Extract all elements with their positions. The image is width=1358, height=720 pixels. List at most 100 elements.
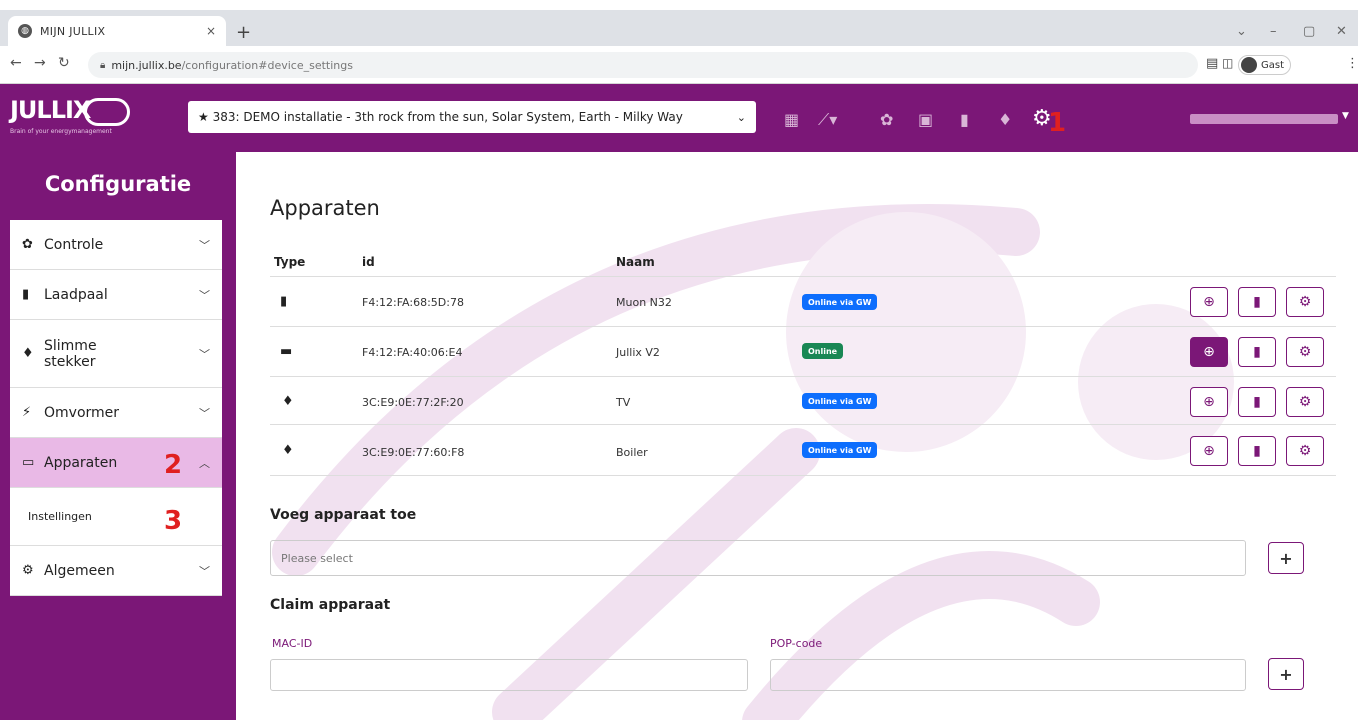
sidebar-title: Configuratie [44,172,192,196]
back-icon[interactable]: ← [10,55,22,71]
reload-icon[interactable]: ↻ [58,55,70,71]
locate-button[interactable]: ⊕ [1190,337,1228,367]
guest-label: Gast [1261,59,1285,71]
table-divider [270,326,1336,327]
url-path: /configuration#device_settings [181,58,353,72]
device-name: Muon N32 [616,296,672,309]
close-tab-icon[interactable]: × [206,24,216,38]
sidebar-item-slimme-stekker[interactable]: ♦ Slimme stekker ﹀ [10,320,222,388]
sidebar-item-label: Controle [44,236,104,253]
locate-button[interactable]: ⊕ [1190,387,1228,417]
brain-icon: ✿ [22,237,33,252]
charger-icon[interactable]: ▮ [960,110,969,129]
status-badge: Online via GW [802,393,878,409]
status-badge: Online via GW [802,294,878,310]
settings-button[interactable]: ⚙ [1286,337,1324,367]
table-divider [270,475,1336,476]
table-divider [270,376,1336,377]
settings-button[interactable]: ⚙ [1286,436,1324,466]
chevron-down-icon: ﹀ [199,238,210,252]
column-header-type: Type [274,255,306,269]
plug-icon: ♦ [282,394,294,409]
delete-button[interactable]: ▮ [1238,287,1276,317]
annotation-marker-3: 3 [164,506,183,536]
browser-tab[interactable]: ◍ MIJN JULLIX × [8,16,226,46]
new-tab-button[interactable]: + [236,22,251,43]
device-name: Jullix V2 [616,346,660,359]
chevron-down-icon: ﹀ [199,564,210,578]
column-header-naam: Naam [616,255,655,269]
pop-code-input[interactable] [770,659,1246,691]
chevron-down-icon: ﹀ [199,288,210,302]
sidebar-subitem-instellingen[interactable]: Instellingen [10,488,222,546]
device-type-select[interactable]: Please select [270,540,1246,576]
brain-logo-icon [84,98,130,126]
charger-icon: ▮ [22,287,30,302]
sidebar-item-label: Algemeen [44,562,115,579]
settings-button[interactable]: ⚙ [1286,387,1324,417]
device-name: TV [616,396,631,409]
settings-button[interactable]: ⚙ [1286,287,1324,317]
column-header-id: id [362,255,375,269]
chevron-down-icon: ⌄ [736,110,746,124]
brain-icon[interactable]: ✿ [880,110,893,129]
plug-icon: ♦ [282,443,294,458]
address-bar: ← → ↻ 🔒︎ mijn.jullix.be/configuration#de… [0,46,1358,84]
claim-device-title: Claim apparaat [270,597,391,613]
installation-select[interactable]: ★ 383: DEMO installatie - 3th rock from … [188,101,756,133]
table-divider [270,276,1336,277]
locate-button[interactable]: ⊕ [1190,436,1228,466]
forward-icon[interactable]: → [34,55,46,71]
sidebar-item-label: Omvormer [44,404,120,421]
menu-dots-icon[interactable]: ⋮ [1346,56,1358,71]
minimize-icon[interactable]: – [1270,24,1277,39]
chart-icon[interactable]: ⟋▾ [818,110,837,130]
dashboard-icon[interactable]: ▦ [784,110,799,129]
delete-button[interactable]: ▮ [1238,387,1276,417]
device-name: Boiler [616,446,648,459]
chevron-down-icon: ﹀ [199,347,210,361]
sidebar-item-controle[interactable]: ✿ Controle ﹀ [10,220,222,270]
url-field[interactable]: 🔒︎ mijn.jullix.be/configuration#device_s… [88,52,1198,78]
url-domain: mijn.jullix.be [111,58,182,72]
installation-select-value: ★ 383: DEMO installatie - 3th rock from … [198,110,683,124]
sidebar-item-apparaten[interactable]: ▭ Apparaten ︿ [10,438,222,488]
annotation-marker-2: 2 [164,450,183,480]
claim-device-button[interactable]: + [1268,658,1304,690]
translate-icon[interactable]: ▤ [1206,56,1218,71]
sidebar-item-algemeen[interactable]: ⚙ Algemeen ﹀ [10,546,222,596]
user-menu[interactable] [1190,114,1338,124]
sidebar-menu: ✿ Controle ﹀ ▮ Laadpaal ﹀ ♦ Slimme stekk… [10,220,222,596]
maximize-icon[interactable]: ▢ [1303,24,1315,39]
globe-icon: ◍ [18,24,32,38]
guest-profile-button[interactable]: Gast [1238,55,1292,75]
plug-icon[interactable]: ♦ [998,110,1012,129]
sidebar-item-label: Laadpaal [44,286,108,303]
delete-button[interactable]: ▮ [1238,337,1276,367]
logo-tagline: Brain of your energymanagement [10,128,112,135]
window-close-icon[interactable]: ✕ [1336,24,1347,39]
page-title: Apparaten [270,196,380,220]
locate-button[interactable]: ⊕ [1190,287,1228,317]
sidebar-item-laadpaal[interactable]: ▮ Laadpaal ﹀ [10,270,222,320]
device-id: 3C:E9:0E:77:60:F8 [362,446,465,459]
sidebar-item-omvormer[interactable]: ⚡ Omvormer ﹀ [10,388,222,438]
chevron-down-icon: ﹀ [199,406,210,420]
delete-button[interactable]: ▮ [1238,436,1276,466]
chevron-down-icon[interactable]: ⌄ [1236,24,1247,39]
caption-strip [0,0,1358,10]
mac-id-input[interactable] [270,659,748,691]
device-id: 3C:E9:0E:77:2F:20 [362,396,464,409]
chevron-up-icon: ︿ [199,456,210,470]
charger-icon: ▮ [280,294,288,309]
plug-icon: ♦ [22,346,34,361]
sidepanel-icon[interactable]: ◫ [1222,56,1233,70]
tab-title: MIJN JULLIX [40,24,106,38]
add-device-button[interactable]: + [1268,542,1304,574]
main-content [236,152,1358,720]
money-icon[interactable]: ▣ [918,110,933,129]
device-id: F4:12:FA:40:06:E4 [362,346,463,359]
table-divider [270,424,1336,425]
browser-tab-strip: ◍ MIJN JULLIX × + ⌄ – ▢ ✕ [0,10,1358,46]
caret-down-icon[interactable]: ▼ [1342,111,1349,121]
